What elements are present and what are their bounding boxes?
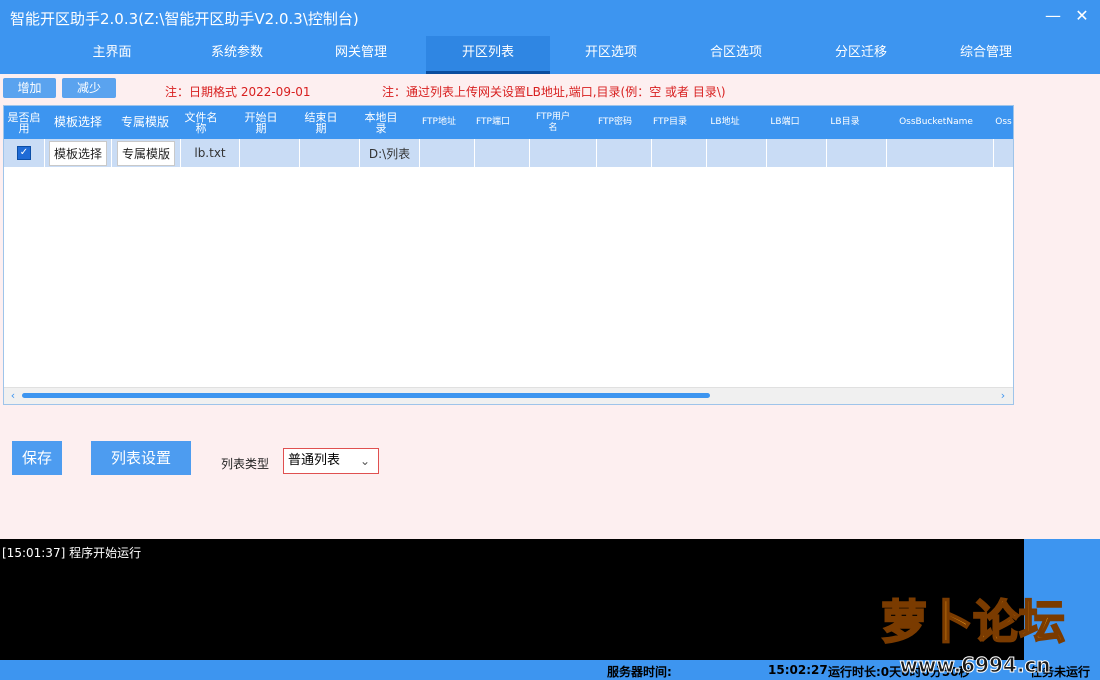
cell-ftp-user[interactable] xyxy=(530,139,597,167)
list-upload-note: 注：通过列表上传网关设置LB地址,端口,目录(例：空 或者 目录\) xyxy=(382,85,726,99)
col-template: 模板选择 xyxy=(53,115,102,129)
tab-general[interactable]: 综合管理 xyxy=(931,36,1041,74)
cell-lb-dir[interactable] xyxy=(827,139,887,167)
horizontal-scrollbar[interactable]: ‹ › xyxy=(4,387,1013,404)
col-oss: Oss xyxy=(995,117,1012,127)
col-end-date: 结束日期 xyxy=(304,110,338,135)
exclusive-template-button[interactable]: 专属模版 xyxy=(116,140,175,166)
tab-main[interactable]: 主界面 xyxy=(57,36,167,74)
server-list-table: 是否启用 模板选择 专属模版 文件名称 开始日期 结束日期 本地目录 FTP地址… xyxy=(3,105,1014,405)
watermark-url: www.6994.cn xyxy=(899,653,1050,677)
forum-watermark-logo: 萝卜论坛 www.6994.cn xyxy=(880,594,1066,678)
col-local-dir: 本地目录 xyxy=(364,110,398,135)
col-file-name: 文件名称 xyxy=(184,110,218,135)
enabled-checkbox[interactable]: ✓ xyxy=(17,146,31,160)
cell-local-dir[interactable]: D:\列表 xyxy=(360,139,420,167)
scrollbar-thumb[interactable] xyxy=(22,393,710,398)
cell-template: 模板选择 xyxy=(45,139,112,167)
tab-system-params[interactable]: 系统参数 xyxy=(182,36,292,74)
cell-file-name[interactable]: lb.txt xyxy=(181,139,240,167)
cell-lb-port[interactable] xyxy=(767,139,827,167)
cell-oss-bucket[interactable] xyxy=(887,139,994,167)
scroll-right-icon[interactable]: › xyxy=(996,388,1010,404)
remove-button[interactable]: 减少 xyxy=(62,78,116,98)
tab-migration[interactable]: 分区迁移 xyxy=(806,36,916,74)
cell-ftp-password[interactable] xyxy=(597,139,652,167)
template-select-button[interactable]: 模板选择 xyxy=(48,140,107,166)
col-lb-dir: LB目录 xyxy=(830,117,860,127)
save-button[interactable]: 保存 xyxy=(12,441,62,475)
table-row[interactable]: ✓ 模板选择 专属模版 lb.txt D:\列表 xyxy=(4,139,1013,167)
list-type-value: 普通列表 xyxy=(288,453,341,468)
window-title: 智能开区助手2.0.3(Z:\智能开区助手V2.0.3\控制台) xyxy=(10,10,359,28)
cell-oss[interactable] xyxy=(994,139,1013,167)
col-ftp-address: FTP地址 xyxy=(422,117,456,127)
close-icon[interactable]: ✕ xyxy=(1072,6,1092,26)
main-tab-bar: 主界面 系统参数 网关管理 开区列表 开区选项 合区选项 分区迁移 综合管理 xyxy=(0,36,1100,74)
title-bar: 智能开区助手2.0.3(Z:\智能开区助手V2.0.3\控制台) — ✕ xyxy=(0,0,1100,36)
server-time-value: 15:02:27 xyxy=(768,663,828,677)
col-oss-bucket: OssBucketName xyxy=(899,117,973,127)
cell-start-date[interactable] xyxy=(240,139,300,167)
col-ftp-port: FTP端口 xyxy=(476,117,510,127)
cell-enabled: ✓ xyxy=(4,139,45,167)
col-ftp-user: FTP用户名 xyxy=(536,111,570,133)
cell-exclusive: 专属模版 xyxy=(112,139,181,167)
cell-ftp-address[interactable] xyxy=(420,139,475,167)
cell-lb-address[interactable] xyxy=(707,139,767,167)
tab-merge-options[interactable]: 合区选项 xyxy=(681,36,791,74)
chevron-down-icon: ⌄ xyxy=(359,454,370,468)
col-lb-address: LB地址 xyxy=(710,117,740,127)
col-ftp-password: FTP密码 xyxy=(598,117,632,127)
list-type-select[interactable]: 普通列表 ⌄ xyxy=(283,448,379,474)
list-type-label: 列表类型 xyxy=(221,457,270,471)
minimize-icon[interactable]: — xyxy=(1043,6,1063,26)
col-lb-port: LB端口 xyxy=(770,117,800,127)
col-exclusive: 专属模版 xyxy=(120,115,169,129)
scroll-left-icon[interactable]: ‹ xyxy=(6,388,20,404)
add-button[interactable]: 增加 xyxy=(3,78,56,98)
tab-gateway[interactable]: 网关管理 xyxy=(306,36,416,74)
list-settings-button[interactable]: 列表设置 xyxy=(91,441,191,475)
cell-ftp-dir[interactable] xyxy=(652,139,707,167)
col-start-date: 开始日期 xyxy=(244,110,278,135)
table-header: 是否启用 模板选择 专属模版 文件名称 开始日期 结束日期 本地目录 FTP地址… xyxy=(4,106,1013,139)
col-ftp-dir: FTP目录 xyxy=(653,117,687,127)
tab-open-options[interactable]: 开区选项 xyxy=(556,36,666,74)
watermark-title: 萝卜论坛 xyxy=(881,595,1065,649)
server-time-label: 服务器时间: xyxy=(607,665,672,679)
date-format-note: 注：日期格式 2022-09-01 xyxy=(165,85,311,99)
cell-end-date[interactable] xyxy=(300,139,360,167)
col-enabled: 是否启用 xyxy=(7,110,41,135)
tab-server-list[interactable]: 开区列表 xyxy=(426,36,550,74)
log-line: [15:01:37] 程序开始运行 xyxy=(2,546,142,560)
cell-ftp-port[interactable] xyxy=(475,139,530,167)
